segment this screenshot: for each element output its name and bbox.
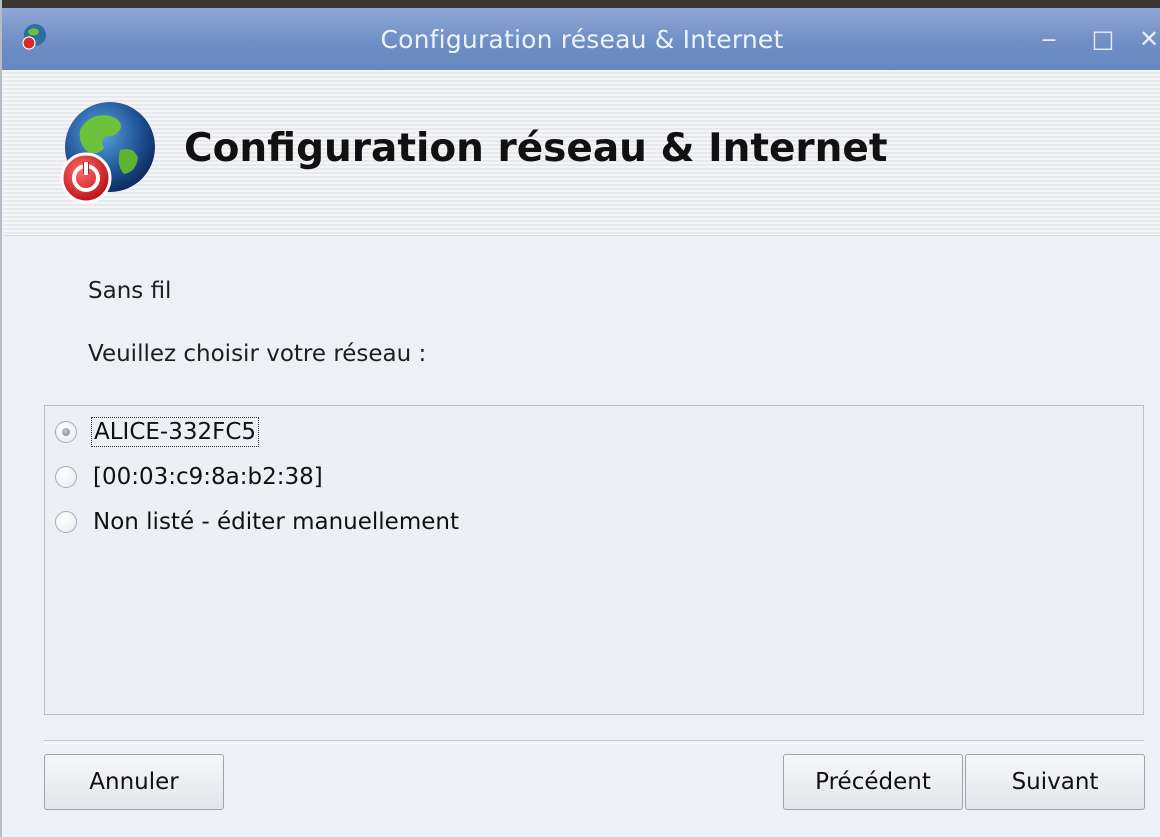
radio-button-selected[interactable] [55,421,77,443]
title-bar[interactable]: Configuration réseau & Internet ‒ □ ✕ [2,8,1160,70]
network-label[interactable]: Non listé - éditer manuellement [91,508,461,536]
button-separator [44,740,1144,744]
desktop-strip [2,0,1160,8]
network-list[interactable]: ALICE-332FC5 [00:03:c9:8a:b2:38] Non lis… [44,405,1144,715]
radio-button[interactable] [55,466,77,488]
network-label[interactable]: ALICE-332FC5 [91,417,260,447]
network-label[interactable]: [00:03:c9:8a:b2:38] [91,463,325,491]
previous-button[interactable]: Précédent [783,754,963,810]
choose-network-prompt: Veuillez choisir votre réseau : [88,341,427,367]
page-heading: Configuration réseau & Internet [184,126,888,171]
globe-network-icon [60,102,155,204]
wizard-header: Configuration réseau & Internet [4,70,1160,236]
maximize-icon[interactable]: □ [1090,26,1116,52]
close-icon[interactable]: ✕ [1136,26,1160,52]
radio-button[interactable] [55,511,77,533]
network-option-alice[interactable]: ALICE-332FC5 [55,414,260,450]
cancel-button[interactable]: Annuler [44,754,224,810]
dialog-window: Configuration réseau & Internet ‒ □ ✕ Co… [0,0,1160,837]
connection-type-label: Sans fil [88,278,172,304]
window-title: Configuration réseau & Internet [380,25,784,54]
minimize-icon[interactable]: ‒ [1036,26,1062,52]
network-option-mac[interactable]: [00:03:c9:8a:b2:38] [55,459,325,495]
network-option-manual[interactable]: Non listé - éditer manuellement [55,504,461,540]
next-button[interactable]: Suivant [965,754,1145,810]
